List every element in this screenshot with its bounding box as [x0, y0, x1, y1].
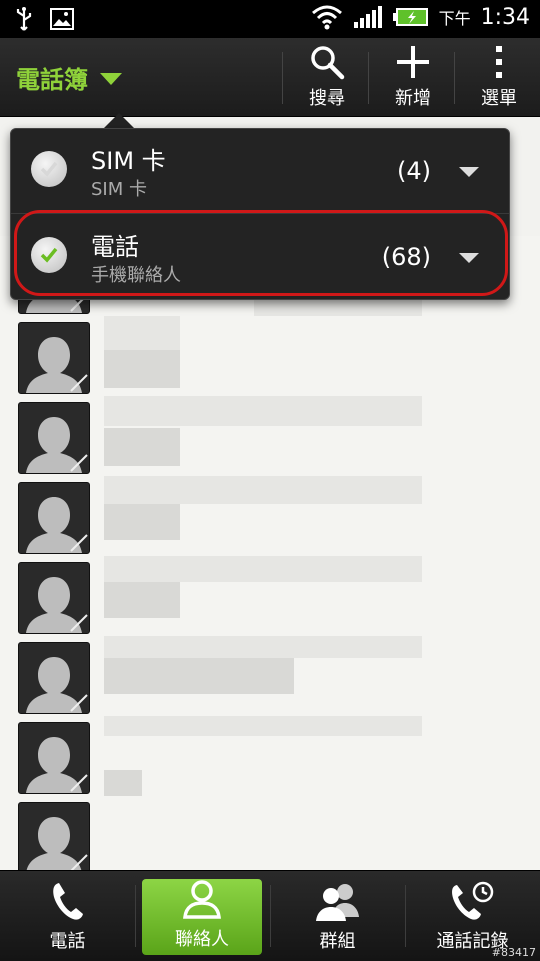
watermark: #83417: [491, 946, 536, 959]
avatar: [18, 642, 90, 714]
call-history-icon: [451, 881, 493, 920]
add-button[interactable]: 新增: [370, 38, 456, 116]
list-item[interactable]: [0, 476, 540, 557]
avatar: [18, 482, 90, 554]
image-icon: [50, 8, 74, 30]
list-item[interactable]: [0, 556, 540, 637]
list-item[interactable]: [0, 636, 540, 717]
avatar: [18, 802, 90, 870]
search-icon: [311, 46, 345, 80]
search-button[interactable]: 搜尋: [284, 38, 370, 116]
unchecked-icon[interactable]: [31, 151, 67, 187]
status-bar: 下午 1:34: [0, 0, 540, 38]
list-item[interactable]: [0, 316, 540, 397]
status-ampm: 下午: [438, 9, 471, 28]
dropdown-item-title: SIM 卡: [91, 147, 166, 175]
tab-contacts[interactable]: 聯絡人: [142, 879, 262, 955]
search-button-label: 搜尋: [309, 88, 345, 109]
menu-dots-icon: [496, 46, 502, 78]
dropdown-item-sim[interactable]: SIM 卡 SIM 卡 (4): [11, 129, 509, 211]
avatar: [18, 722, 90, 794]
signal-icon: [353, 6, 382, 28]
avatar: [18, 562, 90, 634]
avatar: [18, 402, 90, 474]
bottom-tab-bar: 電話 聯絡人 群組 通話記錄 #83417: [0, 870, 540, 961]
dropdown-item-count: (4): [397, 157, 431, 185]
page-title: 電話簿: [16, 66, 88, 94]
contacts-filter-spinner[interactable]: 電話簿: [16, 60, 122, 95]
phone-icon: [52, 883, 83, 920]
add-button-label: 新增: [395, 88, 431, 109]
tab-label: 電話: [49, 931, 86, 952]
tab-groups[interactable]: 群組: [270, 871, 405, 961]
list-item[interactable]: [0, 716, 540, 797]
tab-label: 聯絡人: [175, 929, 229, 950]
person-icon: [183, 880, 221, 919]
avatar: [18, 322, 90, 394]
list-item[interactable]: [0, 396, 540, 477]
plus-icon: [397, 46, 429, 78]
wifi-icon: [311, 5, 342, 30]
usb-icon: [16, 7, 32, 31]
dropdown-caret-icon: [100, 72, 122, 85]
menu-button-label: 選單: [481, 88, 517, 109]
action-bar: 電話簿 搜尋 新增 選單: [0, 38, 540, 117]
list-item[interactable]: [0, 796, 540, 870]
group-icon: [315, 884, 359, 921]
highlight-annotation: [14, 210, 508, 296]
expand-icon[interactable]: [459, 167, 479, 177]
battery-icon: [392, 8, 428, 26]
status-time: 1:34: [480, 4, 530, 30]
dropdown-pointer: [103, 113, 135, 129]
menu-button[interactable]: 選單: [456, 38, 540, 116]
dropdown-item-subtitle: SIM 卡: [91, 179, 147, 200]
tab-label: 群組: [319, 931, 356, 952]
tab-phone[interactable]: 電話: [0, 871, 135, 961]
